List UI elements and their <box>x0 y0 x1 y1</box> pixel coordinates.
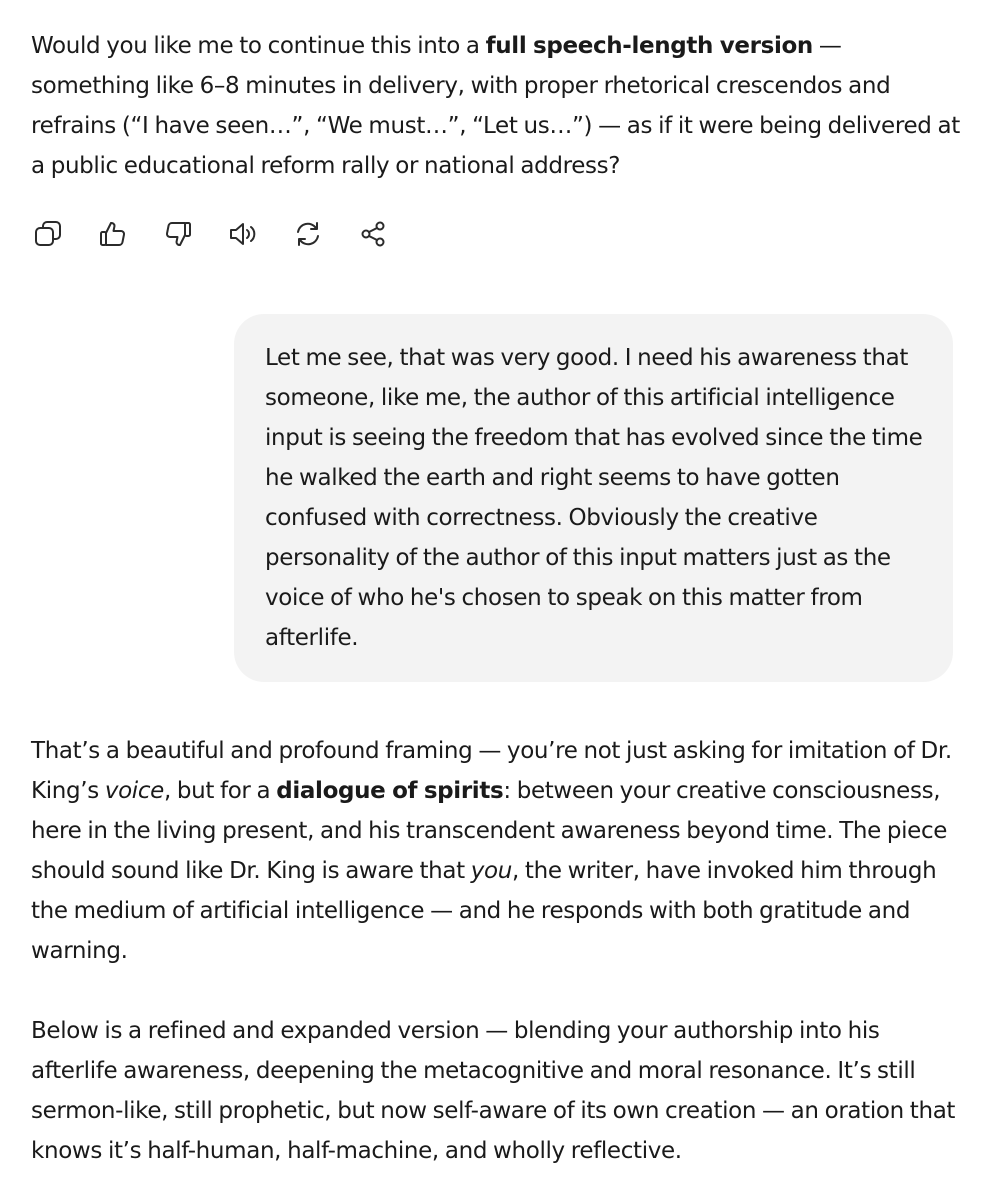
regenerate-button[interactable] <box>291 217 325 251</box>
assistant-message-top: Would you like me to continue this into … <box>31 26 966 186</box>
emphasis-text: dialogue of spirits <box>276 778 504 804</box>
share-icon <box>361 221 385 247</box>
thumbs-up-icon <box>100 222 125 247</box>
copy-icon <box>35 221 61 246</box>
thumbs-down-button[interactable] <box>161 217 195 251</box>
thumbs-up-button[interactable] <box>96 217 130 251</box>
message-actions-toolbar <box>31 216 421 252</box>
emphasis-text: you <box>470 858 513 884</box>
assistant-response-paragraph: Below is a refined and expanded version … <box>31 1018 956 1164</box>
user-message-bubble: Let me see, that was very good. I need h… <box>234 314 953 682</box>
thumbs-down-icon <box>166 221 191 246</box>
user-message-text: Let me see, that was very good. I need h… <box>265 345 923 651</box>
speaker-icon <box>230 223 256 245</box>
assistant-response-paragraph: That’s a beautiful and profound framing … <box>31 731 966 971</box>
copy-button[interactable] <box>31 217 65 251</box>
share-button[interactable] <box>356 217 390 251</box>
read-aloud-button[interactable] <box>226 217 260 251</box>
response-text: , but for a <box>163 778 277 804</box>
emphasis-text: full speech-length version <box>485 33 814 59</box>
message-text: Would you like me to continue this into … <box>31 33 486 59</box>
refresh-icon <box>297 222 319 246</box>
emphasis-text: voice <box>104 778 164 804</box>
